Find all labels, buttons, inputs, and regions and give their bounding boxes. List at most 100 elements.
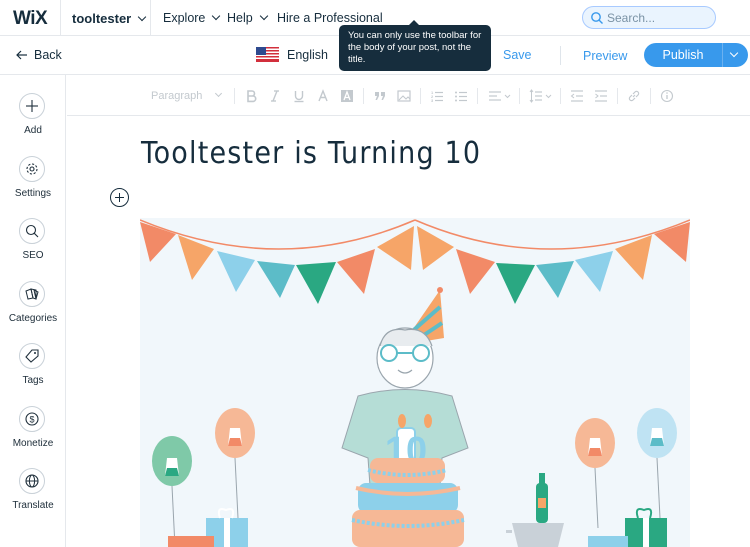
bulleted-list-button[interactable] bbox=[453, 88, 469, 104]
categories-icon bbox=[25, 288, 39, 300]
svg-text:$: $ bbox=[29, 415, 34, 425]
link-button[interactable] bbox=[626, 88, 642, 104]
text-color-button[interactable] bbox=[315, 88, 331, 104]
sidebar-icon-circle bbox=[19, 218, 45, 244]
code-block-button[interactable] bbox=[396, 88, 412, 104]
search-icon bbox=[591, 12, 603, 24]
dollar-icon: $ bbox=[25, 412, 39, 426]
publish-button[interactable]: Publish bbox=[644, 43, 748, 67]
site-name-label: tooltester bbox=[72, 11, 132, 26]
sidebar-item-label: Monetize bbox=[12, 438, 54, 449]
wix-logo[interactable]: WiX bbox=[13, 8, 48, 30]
quote-icon bbox=[375, 92, 385, 100]
nav-help-label: Help bbox=[227, 11, 253, 25]
sidebar-item-settings[interactable]: Settings bbox=[0, 156, 66, 214]
sidebar-icon-circle bbox=[19, 468, 45, 494]
toolbar-divider bbox=[363, 88, 364, 104]
paragraph-style-label: Paragraph bbox=[151, 90, 203, 102]
decrease-indent-icon bbox=[570, 90, 583, 102]
toolbar-divider bbox=[560, 88, 561, 104]
back-button[interactable]: Back bbox=[16, 48, 62, 62]
sidebar-item-label: Tags bbox=[22, 375, 44, 386]
sidebar-item-tags[interactable]: Tags bbox=[0, 343, 66, 401]
sidebar-item-categories[interactable]: Categories bbox=[0, 281, 66, 339]
toolbar-divider bbox=[519, 88, 520, 104]
more-info-button[interactable] bbox=[659, 88, 675, 104]
back-label: Back bbox=[34, 48, 62, 62]
chevron-down-icon bbox=[215, 89, 223, 98]
add-block-button[interactable] bbox=[110, 188, 129, 207]
plus-icon bbox=[26, 100, 38, 112]
nav-explore-label: Explore bbox=[163, 11, 206, 25]
numbered-list-button[interactable]: 123 bbox=[429, 88, 445, 104]
chevron-down-icon bbox=[212, 11, 221, 21]
birthday-party-image: 10 bbox=[140, 219, 690, 547]
align-left-icon bbox=[489, 91, 511, 101]
decrease-indent-button[interactable] bbox=[569, 88, 585, 104]
search-box[interactable] bbox=[582, 6, 716, 29]
publish-divider bbox=[722, 43, 723, 67]
chevron-down-icon[interactable] bbox=[729, 48, 739, 58]
toolbar-divider bbox=[420, 88, 421, 104]
birthday-illustration[interactable]: 10 bbox=[140, 218, 690, 547]
toolbar-divider bbox=[234, 88, 235, 104]
text-color-icon bbox=[318, 89, 328, 102]
sidebar-item-label: Translate bbox=[12, 500, 54, 511]
sidebar-icon-circle bbox=[19, 156, 45, 182]
toolbar-divider bbox=[617, 88, 618, 104]
sidebar-item-label: Settings bbox=[14, 188, 52, 199]
quote-button[interactable] bbox=[372, 88, 388, 104]
preview-button[interactable]: Preview bbox=[583, 49, 627, 63]
search-input[interactable] bbox=[607, 9, 711, 26]
sidebar-item-monetize[interactable]: $ Monetize bbox=[0, 406, 66, 464]
site-selector[interactable]: tooltester bbox=[72, 11, 147, 26]
sidebar-item-seo[interactable]: SEO bbox=[0, 218, 66, 276]
publish-label: Publish bbox=[662, 48, 704, 62]
language-selector[interactable]: English bbox=[287, 48, 328, 62]
arrow-left-icon bbox=[16, 50, 27, 60]
line-spacing-icon bbox=[529, 89, 552, 103]
toolbar-divider bbox=[650, 88, 651, 104]
underline-icon bbox=[294, 91, 304, 103]
bold-button[interactable] bbox=[243, 88, 259, 104]
sidebar-icon-circle: $ bbox=[19, 406, 45, 432]
underline-button[interactable] bbox=[291, 88, 307, 104]
formatting-toolbar: Paragraph 123 bbox=[67, 76, 750, 116]
sidebar-item-label: Categories bbox=[8, 313, 58, 324]
chevron-down-icon bbox=[137, 12, 147, 22]
tag-icon bbox=[25, 349, 39, 363]
left-sidebar: Add Settings SEO Categories Tags $ Monet… bbox=[0, 75, 66, 547]
sidebar-item-label: SEO bbox=[22, 250, 44, 261]
sidebar-icon-circle bbox=[19, 343, 45, 369]
globe-icon bbox=[25, 474, 39, 488]
nav-explore[interactable]: Explore bbox=[163, 11, 221, 25]
save-button[interactable]: Save bbox=[503, 48, 532, 62]
gear-icon bbox=[26, 163, 38, 175]
increase-indent-button[interactable] bbox=[593, 88, 609, 104]
nav-help[interactable]: Help bbox=[227, 11, 268, 25]
link-icon bbox=[628, 90, 640, 102]
us-flag-icon[interactable] bbox=[256, 47, 279, 62]
sidebar-item-add[interactable]: Add bbox=[0, 93, 66, 151]
search-icon bbox=[25, 224, 39, 238]
italic-button[interactable] bbox=[267, 88, 283, 104]
alignment-dropdown[interactable] bbox=[487, 88, 513, 104]
italic-icon bbox=[271, 90, 279, 102]
sidebar-icon-circle bbox=[19, 281, 45, 307]
post-title[interactable]: Tooltester is Turning 10 bbox=[141, 136, 481, 171]
highlight-button[interactable] bbox=[339, 88, 355, 104]
highlight-icon bbox=[341, 90, 353, 102]
bulleted-list-icon bbox=[455, 91, 467, 102]
svg-text:3: 3 bbox=[431, 98, 434, 103]
nav-divider bbox=[150, 0, 151, 36]
sidebar-icon-circle bbox=[19, 93, 45, 119]
chevron-down-icon bbox=[259, 11, 268, 21]
sidebar-item-translate[interactable]: Translate bbox=[0, 468, 66, 526]
paragraph-style-dropdown[interactable]: Paragraph bbox=[151, 89, 223, 102]
nav-hire-professional[interactable]: Hire a Professional bbox=[277, 11, 383, 25]
toolbar-tooltip: You can only use the toolbar for the bod… bbox=[339, 20, 491, 71]
info-icon bbox=[660, 89, 674, 103]
nav-divider bbox=[60, 0, 61, 36]
toolbar-divider bbox=[477, 88, 478, 104]
line-spacing-dropdown[interactable] bbox=[528, 88, 554, 104]
